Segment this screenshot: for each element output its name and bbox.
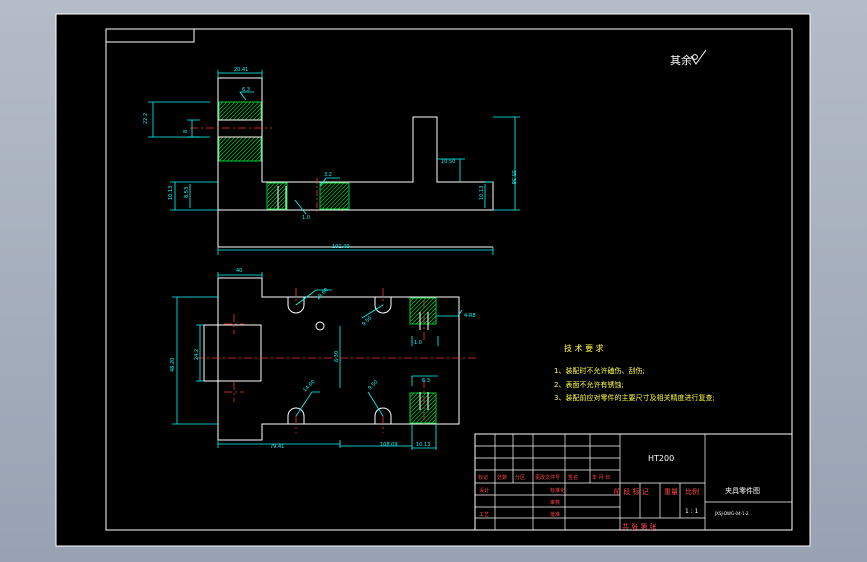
r-label-b: 6.3 bbox=[422, 378, 430, 384]
roughness-b: 3.2 bbox=[324, 172, 332, 178]
tech-note-line-3: 3、装配前应对零件的主要尺寸及相关精度进行复查; bbox=[554, 393, 715, 402]
scale-value: 1 : 1 bbox=[685, 508, 699, 515]
dim-total-height: 35.38 bbox=[510, 170, 516, 184]
weight-label: 重量 bbox=[664, 488, 678, 496]
row-count: 处数 bbox=[497, 474, 507, 481]
r-label-a: 1.0 bbox=[414, 340, 422, 346]
cad-drawing-sheet: 其余 20.41 22.2 8 10.50 35.38 10.13 8.53 1… bbox=[55, 13, 811, 547]
roughness-a: 6.3 bbox=[242, 87, 250, 93]
dim-plan-right: 4-R8 bbox=[464, 313, 476, 319]
row-approve: 批准 bbox=[550, 511, 560, 518]
dim-left-height: 22.2 bbox=[143, 113, 149, 124]
dim-base-inner: 8.53 bbox=[184, 187, 190, 198]
row-mark: 标记 bbox=[478, 474, 488, 481]
tech-note-line-2: 2、表面不允许有锈蚀; bbox=[554, 380, 624, 389]
dim-base-left: 10.13 bbox=[168, 186, 174, 200]
scale-label: 比例 bbox=[685, 487, 699, 496]
part-name-label: 夹具零件图 bbox=[725, 486, 760, 495]
row-standard: 标准化 bbox=[550, 487, 565, 494]
drawing-number-label: JXSJ-DWG-04-1-2 bbox=[714, 511, 749, 516]
material-label: HT200 bbox=[648, 454, 674, 463]
roughness-note: 其余 bbox=[670, 53, 692, 67]
dim-bottom-left: 79.41 bbox=[270, 444, 284, 450]
row-date: 年 月 日 bbox=[592, 474, 610, 481]
row-designer: 设计 bbox=[479, 487, 489, 494]
sheet-row-label: 共 张 第 张 bbox=[622, 522, 657, 531]
dim-step-height: 10.50 bbox=[441, 159, 455, 165]
row-process: 工艺 bbox=[479, 512, 489, 518]
dim-plan-center: 6.30 bbox=[334, 351, 340, 362]
dim-plan-inner: 24.2 bbox=[194, 349, 200, 360]
sheet-outer-border bbox=[55, 13, 811, 547]
label-a: 1.0 bbox=[302, 215, 310, 221]
row-signature: 签名 bbox=[568, 474, 578, 481]
row-checker: 审核 bbox=[550, 499, 560, 506]
dim-plan-height: 48.20 bbox=[170, 358, 176, 372]
dim-plan-top: 40 bbox=[236, 268, 242, 274]
dim-bottom-mid: 108.09 bbox=[380, 442, 398, 448]
row-change-doc: 更改文件号 bbox=[535, 474, 560, 481]
dim-bottom-right: 10.13 bbox=[416, 442, 430, 448]
dim-slot-height: 8 bbox=[183, 130, 189, 133]
tech-notes-title: 技 术 要 求 bbox=[564, 343, 604, 353]
dim-top-width: 20.41 bbox=[234, 67, 248, 73]
cad-viewport[interactable]: 其余 20.41 22.2 8 10.50 35.38 10.13 8.53 1… bbox=[0, 0, 867, 562]
dim-base-right: 10.13 bbox=[479, 186, 485, 200]
dim-total-length: 101.40 bbox=[332, 244, 350, 250]
tech-note-line-1: 1、装配时不允许磕伤、刮伤; bbox=[554, 366, 645, 375]
row-zone: 分区 bbox=[515, 474, 525, 481]
stage-label: 阶 段 标 记 bbox=[614, 487, 649, 496]
